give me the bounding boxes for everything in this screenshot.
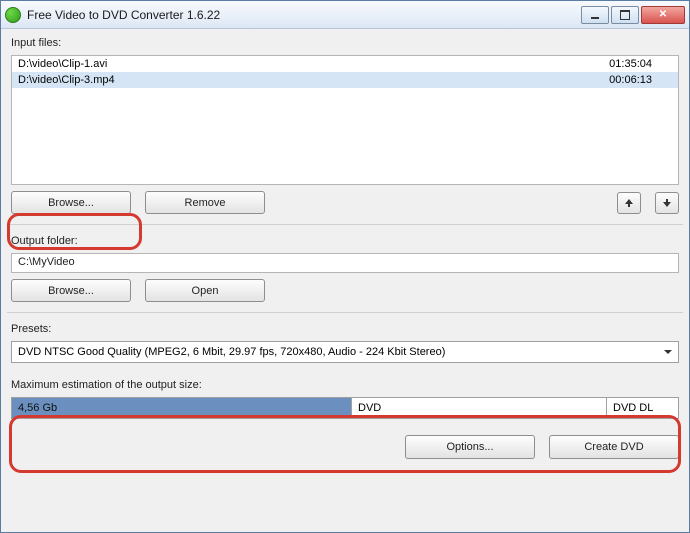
presets-combobox[interactable]: DVD NTSC Good Quality (MPEG2, 6 Mbit, 29… [11,341,679,363]
options-button[interactable]: Options... [405,435,535,459]
presets-label: Presets: [11,323,679,335]
browse-output-button[interactable]: Browse... [11,279,131,302]
output-folder-field[interactable]: C:\MyVideo [11,253,679,273]
estimate-dvd-segment: DVD [352,398,607,418]
maximize-button[interactable] [611,6,639,24]
file-path: D:\video\Clip-1.avi [18,58,592,70]
output-folder-label: Output folder: [11,235,679,247]
browse-input-button[interactable]: Browse... [11,191,131,214]
divider [7,312,683,313]
input-files-label: Input files: [11,37,679,49]
size-estimate-bar: 4,56 Gb DVD DVD DL [11,397,679,419]
file-row[interactable]: D:\video\Clip-3.mp400:06:13 [12,72,678,88]
create-dvd-button[interactable]: Create DVD [549,435,679,459]
window-title: Free Video to DVD Converter 1.6.22 [27,8,581,22]
open-output-button[interactable]: Open [145,279,265,302]
app-icon [5,7,21,23]
divider [7,224,683,225]
minimize-button[interactable] [581,6,609,24]
input-files-list[interactable]: D:\video\Clip-1.avi01:35:04D:\video\Clip… [11,55,679,185]
estimate-dvddl-segment: DVD DL [607,398,678,418]
estimate-size-segment: 4,56 Gb [12,398,352,418]
window-body: Input files: D:\video\Clip-1.avi01:35:04… [1,29,689,532]
presets-selected: DVD NTSC Good Quality (MPEG2, 6 Mbit, 29… [18,346,445,358]
file-row[interactable]: D:\video\Clip-1.avi01:35:04 [12,56,678,72]
move-down-button[interactable] [655,192,679,214]
remove-button[interactable]: Remove [145,191,265,214]
close-button[interactable] [641,6,685,24]
file-path: D:\video\Clip-3.mp4 [18,74,592,86]
arrow-up-icon [624,198,634,208]
titlebar[interactable]: Free Video to DVD Converter 1.6.22 [1,1,689,29]
estimate-label: Maximum estimation of the output size: [11,379,679,391]
arrow-down-icon [662,198,672,208]
file-duration: 00:06:13 [592,74,672,86]
app-window: Free Video to DVD Converter 1.6.22 Input… [0,0,690,533]
file-duration: 01:35:04 [592,58,672,70]
move-up-button[interactable] [617,192,641,214]
